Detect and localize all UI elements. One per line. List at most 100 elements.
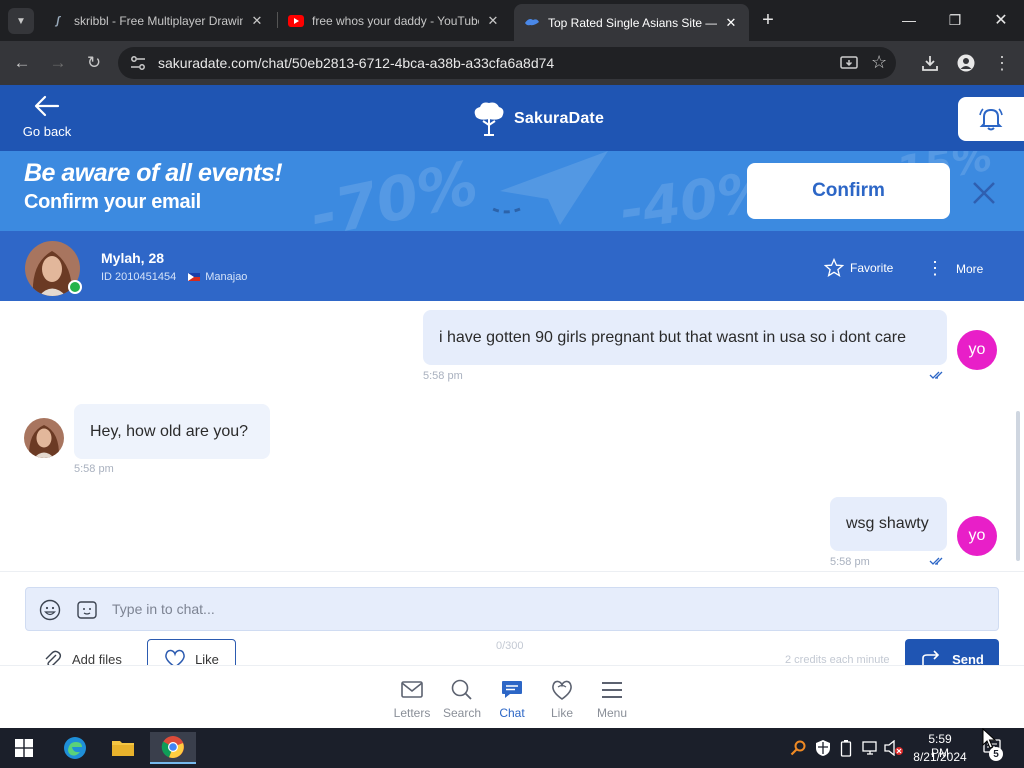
kebab-menu-icon: ⋮ xyxy=(926,258,944,278)
notifications-button[interactable] xyxy=(958,97,1024,141)
avatar[interactable] xyxy=(24,418,64,458)
edge-icon xyxy=(64,737,86,759)
emoji-icon[interactable] xyxy=(39,599,61,621)
arrow-left-icon: ← xyxy=(13,53,31,72)
my-avatar[interactable]: yo xyxy=(957,516,997,556)
url-text: sakuradate.com/chat/50eb2813-6712-4bca-a… xyxy=(158,55,555,71)
banner-close-button[interactable] xyxy=(968,177,1000,209)
sakuradate-favicon-icon xyxy=(524,15,540,31)
read-checkmarks-icon xyxy=(929,371,943,379)
read-checkmarks-icon xyxy=(929,557,943,565)
install-app-icon[interactable] xyxy=(840,54,858,77)
message-bubble-incoming[interactable]: Hey, how old are you? xyxy=(74,404,270,459)
nav-label: Menu xyxy=(596,706,628,720)
site-logo[interactable]: SakuraDate xyxy=(472,101,604,137)
message-text: i have gotten 90 girls pregnant but that… xyxy=(439,328,906,346)
tab-title: free whos your daddy - YouTube xyxy=(312,13,479,28)
clock-date[interactable]: 8/21/2024 xyxy=(909,750,971,764)
more-label: More xyxy=(956,261,984,276)
banner-title: Be aware of all events! xyxy=(24,159,283,187)
arrow-right-icon: → xyxy=(49,53,67,72)
chat-messages[interactable]: i have gotten 90 girls pregnant but that… xyxy=(0,301,1024,571)
chat-profile-bar: Mylah, 28 ID 2010451454 Manajao Favorite… xyxy=(0,231,1024,301)
restore-button[interactable]: ❐ xyxy=(941,8,969,32)
chevron-down-icon: ▼ xyxy=(16,15,26,27)
paper-plane-icon xyxy=(490,151,608,225)
minimize-button[interactable]: — xyxy=(895,8,923,32)
chat-scrollbar[interactable] xyxy=(1016,411,1020,561)
start-button[interactable] xyxy=(4,732,44,764)
nav-label: Letters xyxy=(393,706,431,720)
folder-icon xyxy=(112,741,134,756)
site-settings-icon[interactable] xyxy=(130,55,146,76)
close-icon[interactable]: ✕ xyxy=(723,15,739,31)
profile-meta: ID 2010451454 Manajao xyxy=(101,271,247,283)
person-icon xyxy=(957,54,975,72)
windows-taskbar: 5:59 PM 8/21/2024 5 xyxy=(0,728,1024,768)
confirm-email-button[interactable]: Confirm xyxy=(747,163,950,219)
chat-composer: 0/300 Add files Like 2 credits each minu… xyxy=(0,571,1024,679)
mouse-cursor-icon xyxy=(982,728,996,749)
edge-taskbar-button[interactable] xyxy=(55,732,95,764)
favorite-label: Favorite xyxy=(850,261,894,275)
search-tray-icon[interactable] xyxy=(790,740,806,761)
online-status-indicator xyxy=(68,280,82,294)
youtube-favicon-icon xyxy=(288,13,304,29)
tab-skribbl[interactable]: ʃ skribbl - Free Multiplayer Drawing ✕ xyxy=(40,6,275,35)
restore-icon: ❐ xyxy=(948,11,962,28)
battery-icon[interactable] xyxy=(840,739,852,762)
skribbl-favicon-icon: ʃ xyxy=(56,14,60,27)
banner-subtitle: Confirm your email xyxy=(24,191,201,213)
close-icon: ✕ xyxy=(994,12,1008,29)
address-bar[interactable]: sakuradate.com/chat/50eb2813-6712-4bca-a… xyxy=(118,47,896,79)
nav-label: Search xyxy=(442,706,482,720)
close-icon[interactable]: ✕ xyxy=(485,13,501,29)
go-back-label: Go back xyxy=(22,124,72,139)
more-button[interactable]: ⋮ More xyxy=(926,258,983,279)
back-button[interactable]: ← xyxy=(10,51,34,75)
profile-name[interactable]: Mylah, 28 xyxy=(101,250,164,266)
bell-icon xyxy=(979,108,1003,131)
favorite-button[interactable]: Favorite xyxy=(824,258,893,278)
message-text: Hey, how old are you? xyxy=(90,422,249,440)
tab-youtube[interactable]: free whos your daddy - YouTube ✕ xyxy=(278,6,511,35)
tab-sakuradate[interactable]: Top Rated Single Asians Site — ✕ xyxy=(514,4,749,41)
profile-id: ID 2010451454 xyxy=(101,271,177,283)
volume-muted-icon[interactable] xyxy=(884,739,904,761)
chrome-taskbar-button[interactable] xyxy=(150,732,196,764)
email-confirm-banner: -70% -40% -15% Be aware of all events! C… xyxy=(0,151,1024,231)
message-bubble-outgoing[interactable]: i have gotten 90 girls pregnant but that… xyxy=(423,310,947,365)
forward-button[interactable]: → xyxy=(46,51,70,75)
security-shield-icon[interactable] xyxy=(815,739,831,762)
file-explorer-taskbar-button[interactable] xyxy=(103,732,143,764)
nav-menu[interactable]: Menu xyxy=(582,678,642,720)
reload-icon: ↻ xyxy=(86,53,102,72)
brand-name: SakuraDate xyxy=(514,110,605,127)
character-count: 0/300 xyxy=(496,640,524,652)
tab-title: Top Rated Single Asians Site — xyxy=(548,15,717,30)
close-icon xyxy=(973,182,995,204)
go-back-button[interactable]: Go back xyxy=(22,95,72,139)
close-window-button[interactable]: ✕ xyxy=(987,8,1015,32)
sticker-icon[interactable] xyxy=(76,599,98,621)
chat-input-container xyxy=(25,587,999,631)
new-tab-button[interactable]: + xyxy=(754,8,782,32)
tab-search-button[interactable]: ▼ xyxy=(8,8,34,34)
bookmark-star-icon[interactable]: ☆ xyxy=(871,52,887,73)
chat-input[interactable] xyxy=(112,588,982,630)
browser-menu-button[interactable]: ⋮ xyxy=(990,51,1014,75)
close-icon[interactable]: ✕ xyxy=(249,13,265,29)
nav-label: Like xyxy=(550,706,573,720)
browser-toolbar: ← → ↻ sakuradate.com/chat/50eb2813-6712-… xyxy=(0,41,1024,85)
my-avatar[interactable]: yo xyxy=(957,330,997,370)
message-text: wsg shawty xyxy=(846,515,929,532)
profile-button[interactable] xyxy=(954,51,978,75)
download-icon xyxy=(922,56,938,71)
downloads-button[interactable] xyxy=(918,51,942,75)
reload-button[interactable]: ↻ xyxy=(82,51,106,75)
bottom-navigation: Letters Search Chat Like Menu xyxy=(0,665,1024,728)
network-icon[interactable] xyxy=(862,740,880,761)
message-bubble-outgoing[interactable]: wsg shawty xyxy=(830,497,947,551)
nav-label: Chat xyxy=(499,706,525,720)
profile-location: Manajao xyxy=(205,271,248,283)
